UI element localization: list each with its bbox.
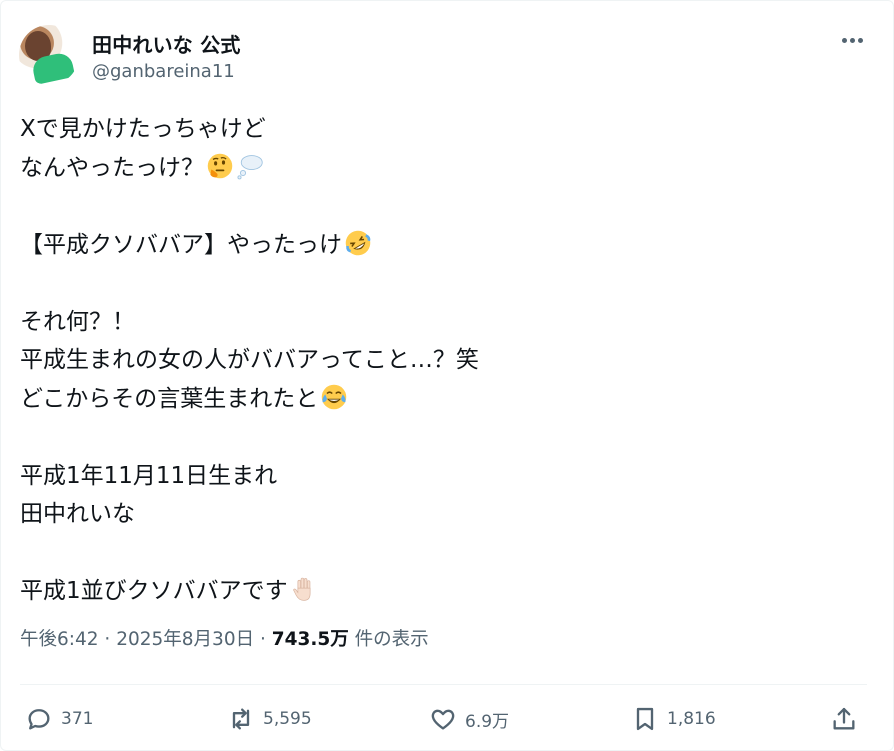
heart-icon xyxy=(431,709,455,730)
view-label[interactable]: 件の表示 xyxy=(349,629,429,650)
post-line xyxy=(20,187,870,226)
rolling-on-floor-laughing-icon xyxy=(344,229,372,257)
post-time[interactable]: 午後6:42 xyxy=(20,629,99,650)
post-line xyxy=(20,534,870,573)
reply-icon xyxy=(28,709,50,730)
post-line xyxy=(20,264,870,303)
post-line-text: 【平成クソババア】やったっけ xyxy=(20,231,342,258)
repost-icon xyxy=(232,708,250,730)
bookmark-button[interactable]: 1,816 xyxy=(631,701,716,737)
face-with-tears-of-joy-icon xyxy=(320,383,348,411)
post-text: Xで見かけたっちゃけど なんやったっけ？ 【平成クソババア】やったっけ それ何？！ 平成… xyxy=(20,110,870,611)
post-line: Xで見かけたっちゃけど xyxy=(20,110,870,149)
post-line-text: どこからその言葉生まれたと xyxy=(20,385,319,412)
post-line-text: 平成1年11月11日生まれ xyxy=(20,462,278,489)
share-icon xyxy=(833,707,855,730)
reply-button[interactable]: 371 xyxy=(25,701,93,737)
like-button[interactable]: 6.9万 xyxy=(429,701,509,737)
bookmark-icon xyxy=(636,707,654,731)
more-dot xyxy=(849,37,855,43)
post-line xyxy=(20,418,870,457)
post-line-text: なんやったっけ？ xyxy=(20,154,204,181)
share-button[interactable] xyxy=(830,701,858,737)
author-avatar[interactable] xyxy=(19,25,79,85)
post-card: 田中れいな 公式 @ganbareina11 Xで見かけたっちゃけど なんやったっ… xyxy=(0,0,894,751)
view-count[interactable]: 743.5万 xyxy=(272,629,349,650)
action-bar: 371 5,595 6.9万 1,816 xyxy=(1,701,894,737)
post-line: なんやったっけ？ xyxy=(20,149,870,188)
post-line: 平成1年11月11日生まれ xyxy=(20,457,870,496)
post-line: それ何？！ xyxy=(20,303,870,342)
post-line: 平成生まれの女の人がババアってこと…？笑 xyxy=(20,341,870,380)
thought-balloon-icon xyxy=(236,152,264,180)
divider xyxy=(20,684,867,685)
post-line: 田中れいな xyxy=(20,495,870,534)
bookmark-count: 1,816 xyxy=(667,709,716,729)
author-display-name[interactable]: 田中れいな 公式 xyxy=(92,29,241,58)
meta-separator: · xyxy=(98,629,117,650)
post-line-text: 田中れいな xyxy=(20,501,135,527)
thinking-face-icon xyxy=(206,152,234,180)
repost-count: 5,595 xyxy=(263,709,312,729)
post-line-text: 平成生まれの女の人がババアってこと…？笑 xyxy=(20,347,479,373)
repost-button[interactable]: 5,595 xyxy=(227,701,312,737)
more-options-icon[interactable] xyxy=(837,27,867,53)
post-line-text: Xで見かけたっちゃけど xyxy=(20,116,266,142)
post-line: どこからその言葉生まれたと xyxy=(20,380,870,419)
like-count: 6.9万 xyxy=(465,711,510,732)
post-line: 平成1並びクソババアです xyxy=(20,572,870,611)
more-dot xyxy=(841,37,847,43)
post-line: 【平成クソババア】やったっけ xyxy=(20,226,870,265)
post-meta: 午後6:42 · 2025年8月30日 · 743.5万 件の表示 xyxy=(20,625,429,651)
author-handle[interactable]: @ganbareina11 xyxy=(92,61,235,82)
post-line-text: 平成1並びクソババアです xyxy=(20,578,288,604)
meta-separator: · xyxy=(254,629,272,650)
reply-count: 371 xyxy=(61,709,94,729)
post-line-text: それ何？！ xyxy=(20,308,135,335)
post-date[interactable]: 2025年8月30日 xyxy=(116,629,254,650)
raised-hand-icon xyxy=(290,575,318,603)
more-dot xyxy=(857,37,863,43)
